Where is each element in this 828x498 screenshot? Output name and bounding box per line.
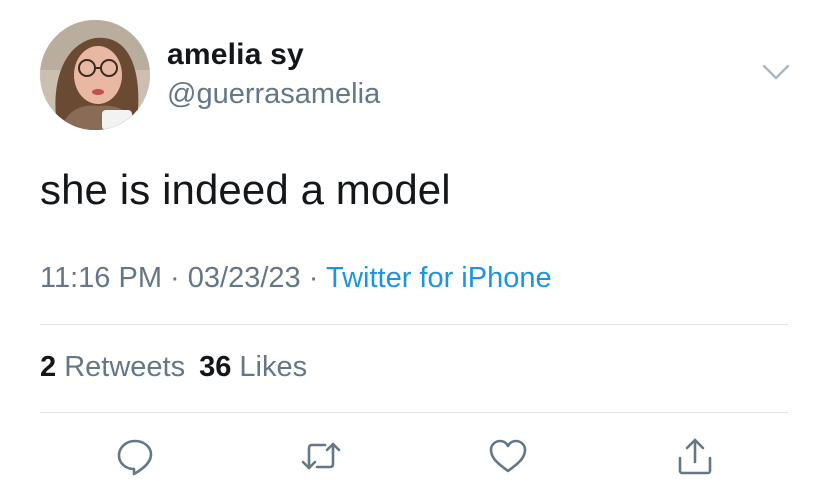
meta-separator: · <box>308 262 319 294</box>
tweet-card: amelia sy @guerrasamelia she is indeed a… <box>0 0 828 498</box>
likes-stat[interactable]: 36 Likes <box>199 351 307 383</box>
like-button[interactable] <box>486 434 530 478</box>
reply-icon <box>117 439 153 476</box>
tweet-text: she is indeed a model <box>40 166 451 213</box>
divider <box>40 324 788 325</box>
retweet-button[interactable] <box>299 434 343 478</box>
display-name[interactable]: amelia sy <box>167 38 304 72</box>
reply-button[interactable] <box>113 434 157 478</box>
chevron-down-icon[interactable] <box>760 60 792 84</box>
tweet-time[interactable]: 11:16 PM <box>40 262 162 294</box>
meta-separator: · <box>170 262 180 294</box>
avatar[interactable] <box>40 20 150 130</box>
likes-label: Likes <box>239 351 308 383</box>
user-handle[interactable]: @guerrasamelia <box>167 78 380 111</box>
retweets-count: 2 <box>40 351 57 383</box>
tweet-source-link[interactable]: Twitter for iPhone <box>326 262 552 294</box>
profile-photo-icon <box>40 20 150 130</box>
retweets-label: Retweets <box>64 351 186 383</box>
tweet-stats: 2 Retweets 36 Likes <box>40 351 307 384</box>
retweets-stat[interactable]: 2 Retweets <box>40 351 185 383</box>
tweet-date[interactable]: 03/23/23 <box>188 262 301 294</box>
like-icon <box>489 439 527 473</box>
share-icon <box>678 438 712 475</box>
share-button[interactable] <box>673 434 717 478</box>
tweet-meta: 11:16 PM · 03/23/23 · Twitter for iPhone <box>40 262 552 295</box>
divider <box>40 412 788 413</box>
retweet-icon <box>301 442 341 470</box>
likes-count: 36 <box>199 351 232 383</box>
